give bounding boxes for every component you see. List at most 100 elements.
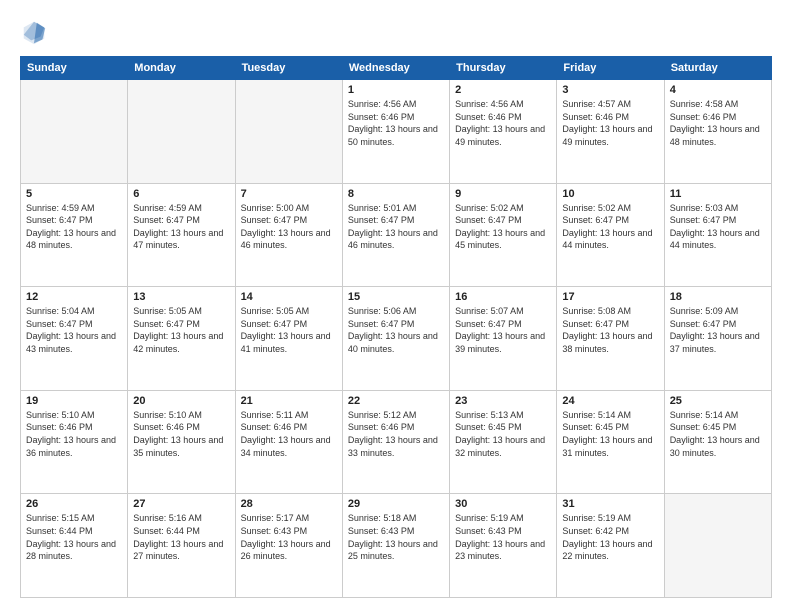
calendar-cell: 12 Sunrise: 5:04 AM Sunset: 6:47 PM Dayli… [21, 287, 128, 391]
calendar-table: SundayMondayTuesdayWednesdayThursdayFrid… [20, 56, 772, 598]
day-number: 5 [26, 188, 122, 200]
day-number: 10 [562, 188, 658, 200]
day-info: Sunrise: 5:02 AM Sunset: 6:47 PM Dayligh… [562, 202, 658, 252]
day-info: Sunrise: 5:14 AM Sunset: 6:45 PM Dayligh… [562, 409, 658, 459]
calendar-cell [664, 494, 771, 598]
calendar-cell: 3 Sunrise: 4:57 AM Sunset: 6:46 PM Daylig… [557, 80, 664, 184]
day-number: 3 [562, 84, 658, 96]
day-info: Sunrise: 4:59 AM Sunset: 6:47 PM Dayligh… [133, 202, 229, 252]
weekday-header-tuesday: Tuesday [235, 57, 342, 80]
day-number: 20 [133, 395, 229, 407]
day-number: 19 [26, 395, 122, 407]
day-number: 28 [241, 498, 337, 510]
day-info: Sunrise: 5:10 AM Sunset: 6:46 PM Dayligh… [26, 409, 122, 459]
calendar-cell: 14Sunrise: 5:05 AM Sunset: 6:47 PM Dayli… [235, 287, 342, 391]
day-number: 11 [670, 188, 766, 200]
day-info: Sunrise: 5:19 AM Sunset: 6:43 PM Dayligh… [455, 512, 551, 562]
day-info: Sunrise: 5:05 AM Sunset: 6:47 PM Dayligh… [133, 305, 229, 355]
day-info: Sunrise: 5:12 AM Sunset: 6:46 PM Dayligh… [348, 409, 444, 459]
calendar-cell: 24 Sunrise: 5:14 AM Sunset: 6:45 PM Dayli… [557, 390, 664, 494]
weekday-header-thursday: Thursday [450, 57, 557, 80]
day-number: 15 [348, 291, 444, 303]
calendar-cell: 17Sunrise: 5:08 AM Sunset: 6:47 PM Dayli… [557, 287, 664, 391]
calendar-cell: 11 Sunrise: 5:03 AM Sunset: 6:47 PM Dayli… [664, 183, 771, 287]
calendar-cell: 15 Sunrise: 5:06 AM Sunset: 6:47 PM Dayli… [342, 287, 449, 391]
day-info: Sunrise: 5:06 AM Sunset: 6:47 PM Dayligh… [348, 305, 444, 355]
calendar-cell: 13 Sunrise: 5:05 AM Sunset: 6:47 PM Dayli… [128, 287, 235, 391]
day-number: 23 [455, 395, 551, 407]
day-number: 8 [348, 188, 444, 200]
day-number: 14 [241, 291, 337, 303]
weekday-header-friday: Friday [557, 57, 664, 80]
calendar-cell: 28 Sunrise: 5:17 AM Sunset: 6:43 PM Dayli… [235, 494, 342, 598]
day-info: Sunrise: 4:58 AM Sunset: 6:46 PM Dayligh… [670, 98, 766, 148]
logo [20, 18, 52, 46]
calendar-cell [21, 80, 128, 184]
calendar-week-1: 1 Sunrise: 4:56 AM Sunset: 6:46 PM Daylig… [21, 80, 772, 184]
day-info: Sunrise: 5:04 AM Sunset: 6:47 PM Dayligh… [26, 305, 122, 355]
weekday-header-wednesday: Wednesday [342, 57, 449, 80]
day-number: 30 [455, 498, 551, 510]
day-info: Sunrise: 5:15 AM Sunset: 6:44 PM Dayligh… [26, 512, 122, 562]
calendar-cell: 18 Sunrise: 5:09 AM Sunset: 6:47 PM Dayli… [664, 287, 771, 391]
day-info: Sunrise: 5:02 AM Sunset: 6:47 PM Dayligh… [455, 202, 551, 252]
header [20, 18, 772, 46]
day-number: 16 [455, 291, 551, 303]
calendar-cell [128, 80, 235, 184]
day-number: 27 [133, 498, 229, 510]
calendar-cell: 5 Sunrise: 4:59 AM Sunset: 6:47 PM Daylig… [21, 183, 128, 287]
calendar-cell: 2 Sunrise: 4:56 AM Sunset: 6:46 PM Daylig… [450, 80, 557, 184]
weekday-header-monday: Monday [128, 57, 235, 80]
calendar-cell: 30 Sunrise: 5:19 AM Sunset: 6:43 PM Dayli… [450, 494, 557, 598]
day-info: Sunrise: 5:03 AM Sunset: 6:47 PM Dayligh… [670, 202, 766, 252]
weekday-header-sunday: Sunday [21, 57, 128, 80]
calendar-cell: 26Sunrise: 5:15 AM Sunset: 6:44 PM Dayli… [21, 494, 128, 598]
calendar-week-4: 19 Sunrise: 5:10 AM Sunset: 6:46 PM Dayli… [21, 390, 772, 494]
day-number: 24 [562, 395, 658, 407]
day-info: Sunrise: 5:00 AM Sunset: 6:47 PM Dayligh… [241, 202, 337, 252]
day-info: Sunrise: 4:57 AM Sunset: 6:46 PM Dayligh… [562, 98, 658, 148]
calendar-cell: 9 Sunrise: 5:02 AM Sunset: 6:47 PM Daylig… [450, 183, 557, 287]
day-info: Sunrise: 5:09 AM Sunset: 6:47 PM Dayligh… [670, 305, 766, 355]
calendar-cell: 31 Sunrise: 5:19 AM Sunset: 6:42 PM Dayli… [557, 494, 664, 598]
day-info: Sunrise: 5:07 AM Sunset: 6:47 PM Dayligh… [455, 305, 551, 355]
day-info: Sunrise: 5:17 AM Sunset: 6:43 PM Dayligh… [241, 512, 337, 562]
day-info: Sunrise: 5:11 AM Sunset: 6:46 PM Dayligh… [241, 409, 337, 459]
day-number: 13 [133, 291, 229, 303]
day-number: 2 [455, 84, 551, 96]
day-info: Sunrise: 4:56 AM Sunset: 6:46 PM Dayligh… [348, 98, 444, 148]
calendar-cell [235, 80, 342, 184]
day-number: 9 [455, 188, 551, 200]
day-number: 4 [670, 84, 766, 96]
calendar-cell: 10 Sunrise: 5:02 AM Sunset: 6:47 PM Dayli… [557, 183, 664, 287]
day-number: 21 [241, 395, 337, 407]
day-number: 18 [670, 291, 766, 303]
calendar-cell: 8Sunrise: 5:01 AM Sunset: 6:47 PM Daylig… [342, 183, 449, 287]
calendar-cell: 16 Sunrise: 5:07 AM Sunset: 6:47 PM Dayli… [450, 287, 557, 391]
calendar-week-2: 5 Sunrise: 4:59 AM Sunset: 6:47 PM Daylig… [21, 183, 772, 287]
calendar-cell: 6Sunrise: 4:59 AM Sunset: 6:47 PM Daylig… [128, 183, 235, 287]
day-info: Sunrise: 5:10 AM Sunset: 6:46 PM Dayligh… [133, 409, 229, 459]
page: SundayMondayTuesdayWednesdayThursdayFrid… [0, 0, 792, 612]
day-info: Sunrise: 5:18 AM Sunset: 6:43 PM Dayligh… [348, 512, 444, 562]
day-number: 1 [348, 84, 444, 96]
day-info: Sunrise: 4:59 AM Sunset: 6:47 PM Dayligh… [26, 202, 122, 252]
day-info: Sunrise: 5:16 AM Sunset: 6:44 PM Dayligh… [133, 512, 229, 562]
calendar-cell: 20 Sunrise: 5:10 AM Sunset: 6:46 PM Dayli… [128, 390, 235, 494]
calendar-cell: 27 Sunrise: 5:16 AM Sunset: 6:44 PM Dayli… [128, 494, 235, 598]
calendar-week-5: 26Sunrise: 5:15 AM Sunset: 6:44 PM Dayli… [21, 494, 772, 598]
calendar-cell: 25Sunrise: 5:14 AM Sunset: 6:45 PM Dayli… [664, 390, 771, 494]
calendar-cell: 23Sunrise: 5:13 AM Sunset: 6:45 PM Dayli… [450, 390, 557, 494]
calendar-cell: 22Sunrise: 5:12 AM Sunset: 6:46 PM Dayli… [342, 390, 449, 494]
calendar-cell: 19 Sunrise: 5:10 AM Sunset: 6:46 PM Dayli… [21, 390, 128, 494]
calendar-cell: 1 Sunrise: 4:56 AM Sunset: 6:46 PM Daylig… [342, 80, 449, 184]
calendar-cell: 29Sunrise: 5:18 AM Sunset: 6:43 PM Dayli… [342, 494, 449, 598]
logo-icon [20, 18, 48, 46]
day-info: Sunrise: 5:19 AM Sunset: 6:42 PM Dayligh… [562, 512, 658, 562]
day-info: Sunrise: 4:56 AM Sunset: 6:46 PM Dayligh… [455, 98, 551, 148]
day-number: 7 [241, 188, 337, 200]
weekday-header-saturday: Saturday [664, 57, 771, 80]
calendar-cell: 4 Sunrise: 4:58 AM Sunset: 6:46 PM Daylig… [664, 80, 771, 184]
day-number: 31 [562, 498, 658, 510]
day-number: 12 [26, 291, 122, 303]
